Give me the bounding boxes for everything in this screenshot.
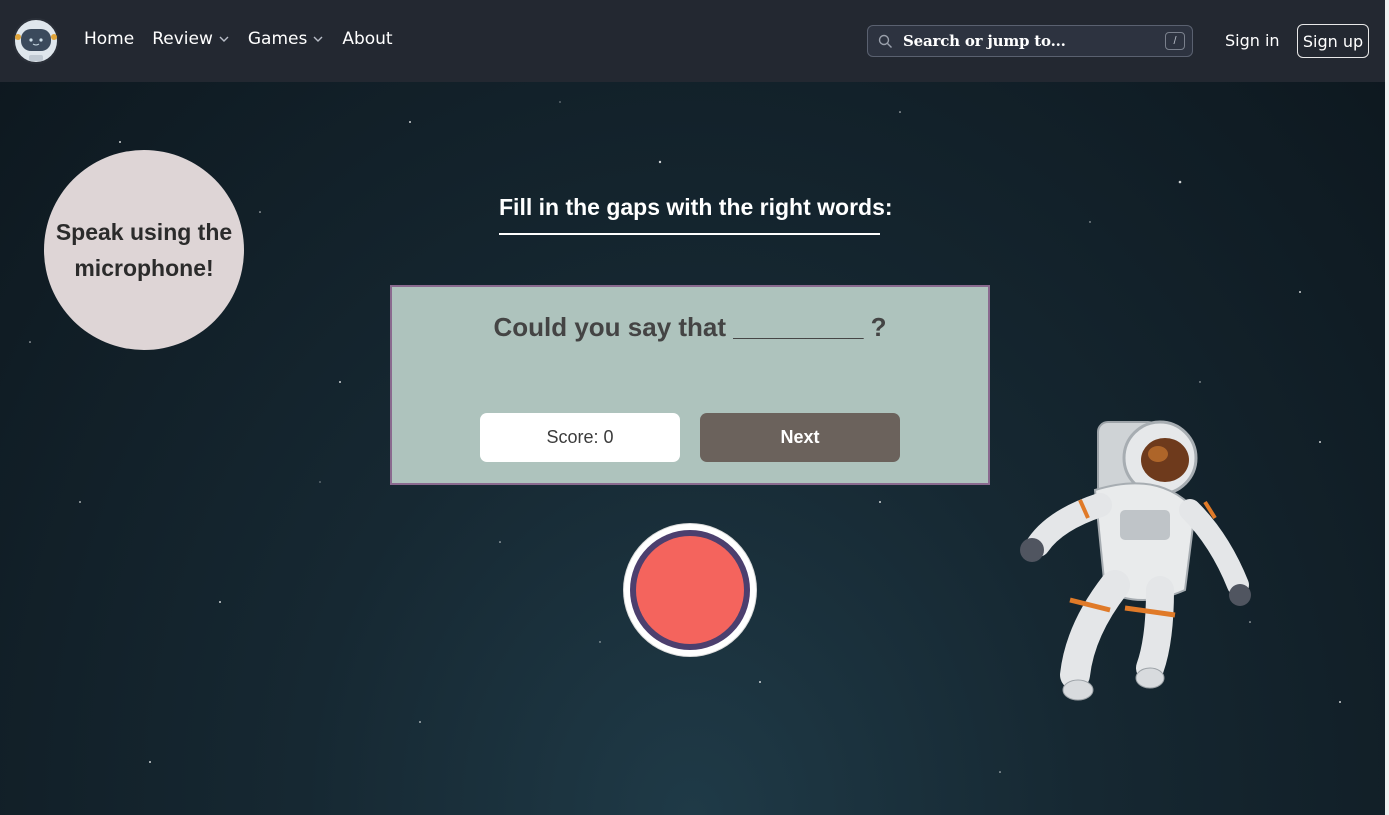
record-icon — [636, 536, 744, 644]
score-display: Score: 0 — [480, 413, 680, 462]
nav-review-label: Review — [152, 29, 213, 49]
hint-text: Speak using the microphone! — [55, 219, 233, 281]
next-button[interactable]: Next — [700, 413, 900, 462]
chevron-down-icon — [219, 36, 229, 42]
scrollbar-track[interactable] — [1385, 0, 1389, 815]
record-ring — [630, 530, 750, 650]
nav-home-link[interactable]: Home — [84, 29, 134, 49]
record-button[interactable] — [624, 524, 756, 656]
game-instruction-heading: Fill in the gaps with the right words: — [499, 194, 893, 235]
question-card: Could you say that _________ ? Score: 0 … — [390, 285, 990, 485]
search-shortcut-key: / — [1165, 32, 1185, 50]
astronaut-illustration — [1020, 420, 1251, 701]
top-navbar: Home Review Games About Search or jump t… — [0, 0, 1385, 82]
chevron-down-icon — [313, 36, 323, 42]
question-text: Could you say that _________ ? — [493, 312, 887, 342]
sign-in-link[interactable]: Sign in — [1225, 31, 1280, 50]
nav-review-dropdown[interactable]: Review — [152, 29, 230, 49]
sign-up-button[interactable]: Sign up — [1297, 24, 1369, 58]
search-icon — [878, 34, 892, 48]
nav-links: Home Review Games About — [84, 29, 411, 49]
nav-about-link[interactable]: About — [342, 29, 392, 49]
nav-games-dropdown[interactable]: Games — [248, 29, 324, 49]
nav-games-label: Games — [247, 29, 308, 49]
search-input[interactable]: Search or jump to... / — [867, 25, 1193, 57]
astronaut-logo-icon[interactable] — [11, 17, 61, 65]
nav-home-label: Home — [84, 29, 135, 49]
nav-about-label: About — [342, 29, 393, 49]
microphone-hint-bubble: Speak using the microphone! — [44, 150, 244, 350]
search-placeholder: Search or jump to... — [903, 32, 1066, 50]
